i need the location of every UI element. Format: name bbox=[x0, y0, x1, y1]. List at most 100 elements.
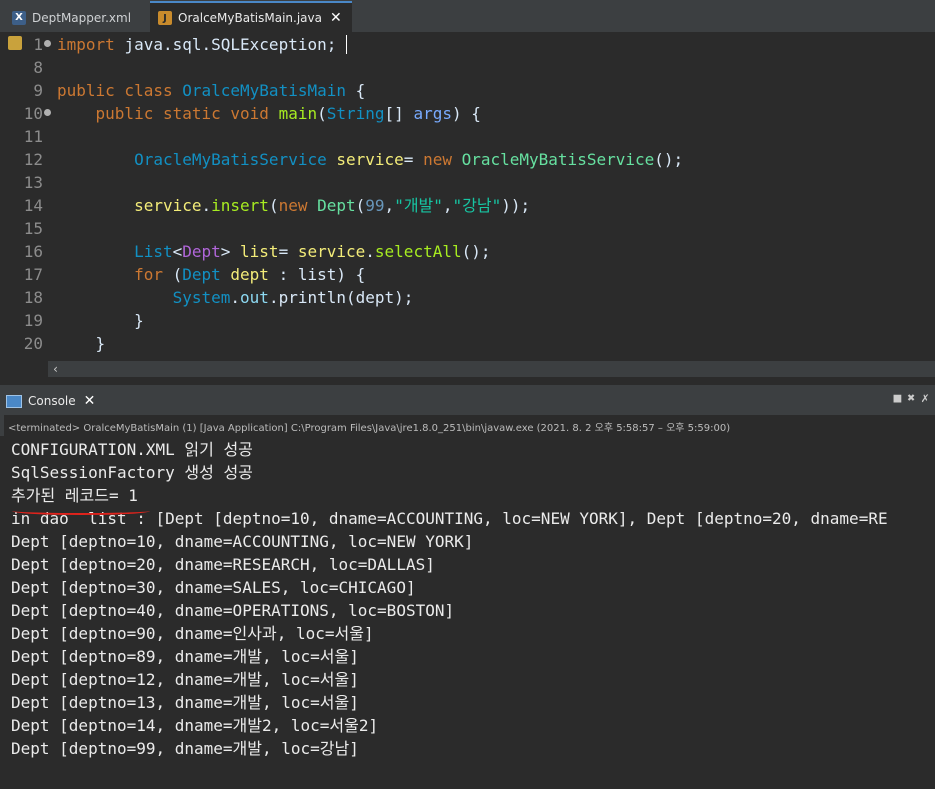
console-output-line: Dept [deptno=20, dname=RESEARCH, loc=DAL… bbox=[11, 555, 435, 574]
code-token: > bbox=[220, 242, 241, 261]
code-text: System.out.println(dept); bbox=[57, 286, 414, 309]
code-token: out bbox=[240, 288, 269, 307]
line-number: 14 bbox=[23, 196, 43, 215]
console-output-line: Dept [deptno=99, dname=개발, loc=강남] bbox=[11, 739, 359, 758]
code-text: OracleMyBatisService service= new Oracle… bbox=[57, 148, 683, 171]
code-token: ( bbox=[268, 196, 279, 215]
code-token: import bbox=[57, 35, 125, 54]
code-line: 16 List<Dept> list= service.selectAll(); bbox=[0, 240, 935, 263]
code-token: Dept bbox=[317, 196, 356, 215]
code-token: System bbox=[172, 288, 231, 307]
line-number: 11 bbox=[23, 127, 43, 146]
console-output-line: Dept [deptno=40, dname=OPERATIONS, loc=B… bbox=[11, 601, 455, 620]
console-output-line: Dept [deptno=30, dname=SALES, loc=CHICAG… bbox=[11, 578, 416, 597]
code-text: public class OralceMyBatisMain { bbox=[57, 79, 365, 102]
code-text: List<Dept> list= service.selectAll(); bbox=[57, 240, 491, 263]
tab-deptmapper-xml[interactable]: X DeptMapper.xml bbox=[4, 3, 160, 32]
code-token: dept bbox=[230, 265, 269, 284]
code-token: list bbox=[240, 242, 279, 261]
code-text: for (Dept dept : list) { bbox=[57, 263, 365, 286]
code-token: public class bbox=[57, 81, 183, 100]
line-number: 9 bbox=[33, 81, 43, 100]
code-token: new bbox=[423, 150, 462, 169]
line-number: 20 bbox=[23, 334, 43, 353]
code-editor[interactable]: 1 import java.sql.SQLException; 8 9 public … bbox=[0, 33, 935, 363]
tab-oralcemybatismain-java[interactable]: J OralceMyBatisMain.java ✕ bbox=[150, 1, 352, 33]
code-line: 11 bbox=[0, 125, 935, 148]
code-token: < bbox=[172, 242, 183, 261]
code-token: selectAll bbox=[374, 242, 462, 261]
console-output[interactable]: CONFIGURATION.XML 읽기 성공 SqlSessionFactory… bbox=[0, 436, 935, 789]
code-token: "개발" bbox=[394, 196, 443, 215]
code-token: ( bbox=[355, 196, 366, 215]
remove-all-terminated-icon[interactable]: ✗ bbox=[921, 391, 929, 406]
code-token: service bbox=[297, 242, 366, 261]
code-token: (); bbox=[654, 150, 684, 169]
line-number: 16 bbox=[23, 242, 43, 261]
code-line: 13 bbox=[0, 171, 935, 194]
code-token: insert bbox=[211, 196, 269, 215]
code-token: } bbox=[57, 334, 106, 353]
code-line: 12 OracleMyBatisService service= new Ora… bbox=[0, 148, 935, 171]
code-token: { bbox=[346, 81, 366, 100]
code-line: 17 for (Dept dept : list) { bbox=[0, 263, 935, 286]
code-token: . bbox=[201, 196, 212, 215]
line-number: 18 bbox=[23, 288, 43, 307]
fold-toggle-icon[interactable] bbox=[44, 109, 51, 116]
close-icon[interactable]: ✕ bbox=[330, 10, 342, 26]
code-token: (); bbox=[461, 242, 491, 261]
code-text: public static void main(String[] args) { bbox=[57, 102, 481, 125]
code-text: } bbox=[57, 332, 106, 355]
annotation-underline bbox=[12, 507, 150, 515]
code-token: ( bbox=[317, 104, 327, 123]
console-output-line: SqlSessionFactory 생성 성공 bbox=[11, 463, 253, 482]
code-text: service.insert(new Dept(99,"개발","강남")); bbox=[57, 194, 530, 217]
editor-tab-bar: X DeptMapper.xml J OralceMyBatisMain.jav… bbox=[0, 0, 935, 33]
line-number: 12 bbox=[23, 150, 43, 169]
console-output-line: Dept [deptno=10, dname=ACCOUNTING, loc=N… bbox=[11, 532, 474, 551]
code-token: OracleMyBatisService bbox=[134, 150, 327, 169]
code-token: public static void bbox=[57, 104, 279, 123]
code-token: List bbox=[134, 242, 173, 261]
code-token: Dept bbox=[182, 265, 221, 284]
code-token: : list) { bbox=[268, 265, 366, 284]
horizontal-scrollbar[interactable]: ‹ bbox=[48, 361, 935, 377]
tab-label: OralceMyBatisMain.java bbox=[178, 11, 322, 25]
tab-label: DeptMapper.xml bbox=[32, 10, 132, 25]
code-token: = bbox=[403, 150, 424, 169]
code-token: "강남" bbox=[452, 196, 502, 215]
fold-toggle-icon[interactable] bbox=[44, 40, 51, 47]
console-tab-label: Console bbox=[28, 394, 76, 408]
remove-launch-icon[interactable]: ✖ bbox=[907, 391, 915, 406]
code-line: 1 import java.sql.SQLException; bbox=[0, 33, 935, 56]
code-line: 14 service.insert(new Dept(99,"개발","강남")… bbox=[0, 194, 935, 217]
scroll-left-icon[interactable]: ‹ bbox=[52, 361, 59, 377]
code-line: 9 public class OralceMyBatisMain { bbox=[0, 79, 935, 102]
code-token: OralceMyBatisMain bbox=[182, 81, 346, 100]
console-output-line: Dept [deptno=13, dname=개발, loc=서울] bbox=[11, 693, 359, 712]
code-token: for bbox=[57, 265, 173, 284]
code-token: service bbox=[336, 150, 404, 169]
code-token: ) { bbox=[451, 104, 481, 123]
console-output-line: Dept [deptno=14, dname=개발2, loc=서울2] bbox=[11, 716, 379, 735]
code-token: , bbox=[442, 196, 453, 215]
console-output-line: Dept [deptno=12, dname=개발, loc=서울] bbox=[11, 670, 359, 689]
code-token: [] bbox=[384, 104, 414, 123]
console-toolbar: Console ✕ ■ ✖ ✗ bbox=[0, 385, 935, 415]
code-token: java.sql.SQLException; bbox=[124, 35, 337, 54]
code-line: 15 bbox=[0, 217, 935, 240]
code-token: 99 bbox=[365, 196, 385, 215]
terminate-icon[interactable]: ■ bbox=[894, 391, 902, 406]
java-file-icon: J bbox=[158, 11, 172, 25]
line-number: 8 bbox=[33, 58, 43, 77]
close-icon[interactable]: ✕ bbox=[84, 393, 96, 409]
code-token: . bbox=[365, 242, 375, 261]
warning-marker-icon[interactable] bbox=[8, 36, 22, 50]
code-line: 18 System.out.println(dept); bbox=[0, 286, 935, 309]
tab-console[interactable]: Console ✕ bbox=[6, 389, 95, 413]
line-number: 13 bbox=[23, 173, 43, 192]
